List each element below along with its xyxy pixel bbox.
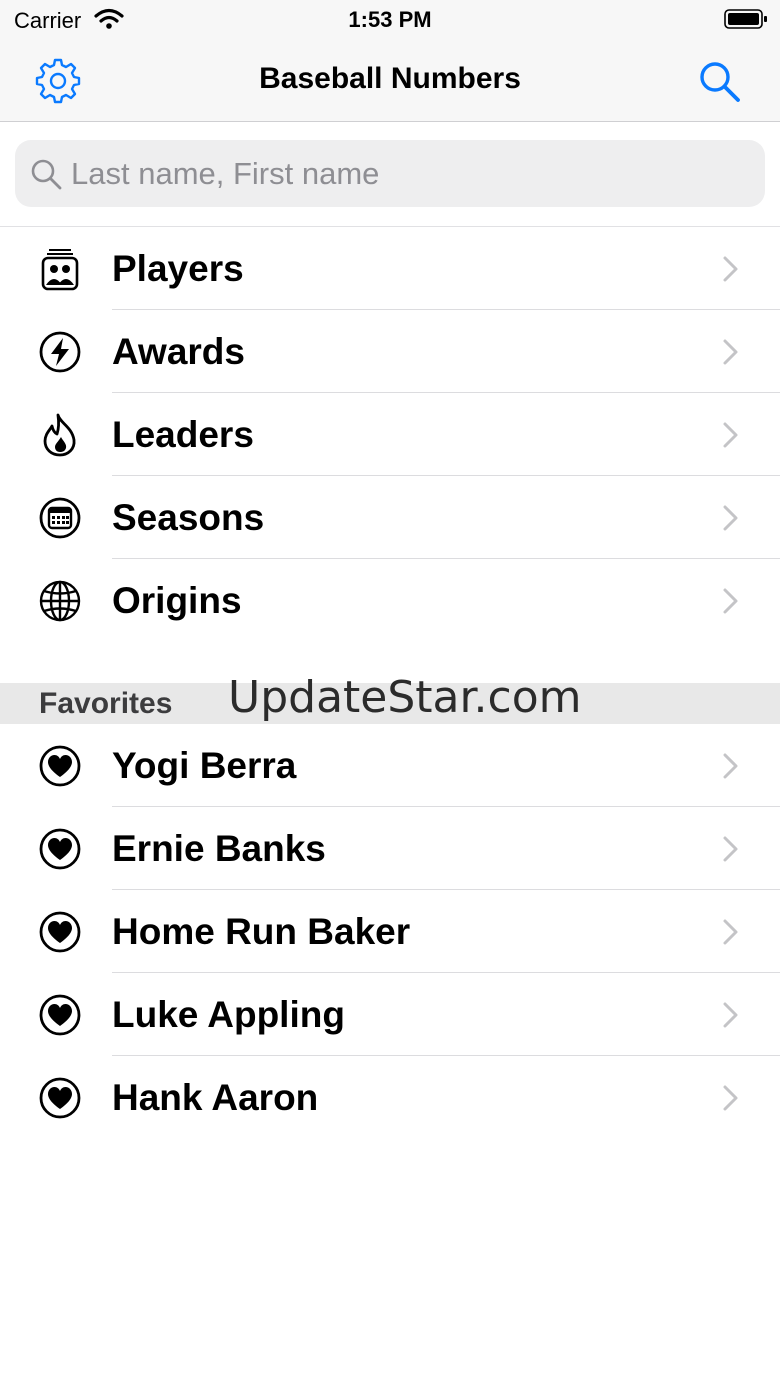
favorite-label: Luke Appling bbox=[112, 994, 345, 1035]
page-title: Baseball Numbers bbox=[259, 62, 521, 95]
menu-item-label: Players bbox=[112, 248, 244, 289]
calendar-icon bbox=[39, 497, 81, 539]
battery-icon bbox=[724, 9, 767, 29]
chevron-right-icon bbox=[723, 836, 738, 862]
menu-item-label: Origins bbox=[112, 580, 242, 621]
search-icon[interactable] bbox=[696, 58, 742, 104]
chevron-right-icon bbox=[723, 339, 738, 365]
menu-item-players[interactable]: Players bbox=[0, 227, 780, 310]
menu-item-label: Awards bbox=[112, 331, 245, 372]
menu-item-label: Seasons bbox=[112, 497, 265, 538]
menu-item-seasons[interactable]: Seasons bbox=[0, 476, 780, 559]
watermark: UpdateStar.com bbox=[228, 672, 582, 723]
favorites-list: Yogi Berra Ernie Banks Home Run Baker Lu… bbox=[0, 724, 780, 1139]
chevron-right-icon bbox=[723, 753, 738, 779]
chevron-right-icon bbox=[723, 588, 738, 614]
menu-item-leaders[interactable]: Leaders bbox=[0, 393, 780, 476]
favorite-label: Yogi Berra bbox=[112, 745, 297, 786]
chevron-right-icon bbox=[723, 505, 738, 531]
favorite-item[interactable]: Home Run Baker bbox=[0, 890, 780, 973]
status-time: 1:53 PM bbox=[348, 7, 432, 32]
search-bar bbox=[0, 122, 780, 227]
menu-list: Players Awards Leaders Seasons Origins bbox=[0, 227, 780, 642]
menu-item-awards[interactable]: Awards bbox=[0, 310, 780, 393]
magnifier-icon bbox=[31, 159, 62, 190]
heart-icon bbox=[39, 911, 81, 953]
status-bar: Carrier 1:53 PM bbox=[0, 0, 780, 40]
favorite-label: Ernie Banks bbox=[112, 828, 326, 869]
favorite-label: Home Run Baker bbox=[112, 911, 411, 952]
menu-item-origins[interactable]: Origins bbox=[0, 559, 780, 642]
search-field[interactable] bbox=[15, 140, 765, 207]
globe-icon bbox=[39, 580, 81, 622]
heart-icon bbox=[39, 994, 81, 1036]
chevron-right-icon bbox=[723, 1002, 738, 1028]
favorite-label: Hank Aaron bbox=[112, 1077, 319, 1118]
section-title: Favorites bbox=[39, 687, 173, 720]
flame-icon bbox=[43, 413, 76, 457]
players-icon bbox=[41, 249, 79, 291]
favorite-item[interactable]: Luke Appling bbox=[0, 973, 780, 1056]
navigation-bar: Baseball Numbers bbox=[0, 40, 780, 122]
chevron-right-icon bbox=[723, 256, 738, 282]
bolt-icon bbox=[39, 331, 81, 373]
chevron-right-icon bbox=[723, 919, 738, 945]
heart-icon bbox=[39, 1077, 81, 1119]
favorite-item[interactable]: Hank Aaron bbox=[0, 1056, 780, 1139]
favorite-item[interactable]: Yogi Berra bbox=[0, 724, 780, 807]
menu-item-label: Leaders bbox=[112, 414, 254, 455]
heart-icon bbox=[39, 828, 81, 870]
chevron-right-icon bbox=[723, 422, 738, 448]
favorite-item[interactable]: Ernie Banks bbox=[0, 807, 780, 890]
heart-icon bbox=[39, 745, 81, 787]
chevron-right-icon bbox=[723, 1085, 738, 1111]
search-input[interactable] bbox=[71, 140, 751, 207]
